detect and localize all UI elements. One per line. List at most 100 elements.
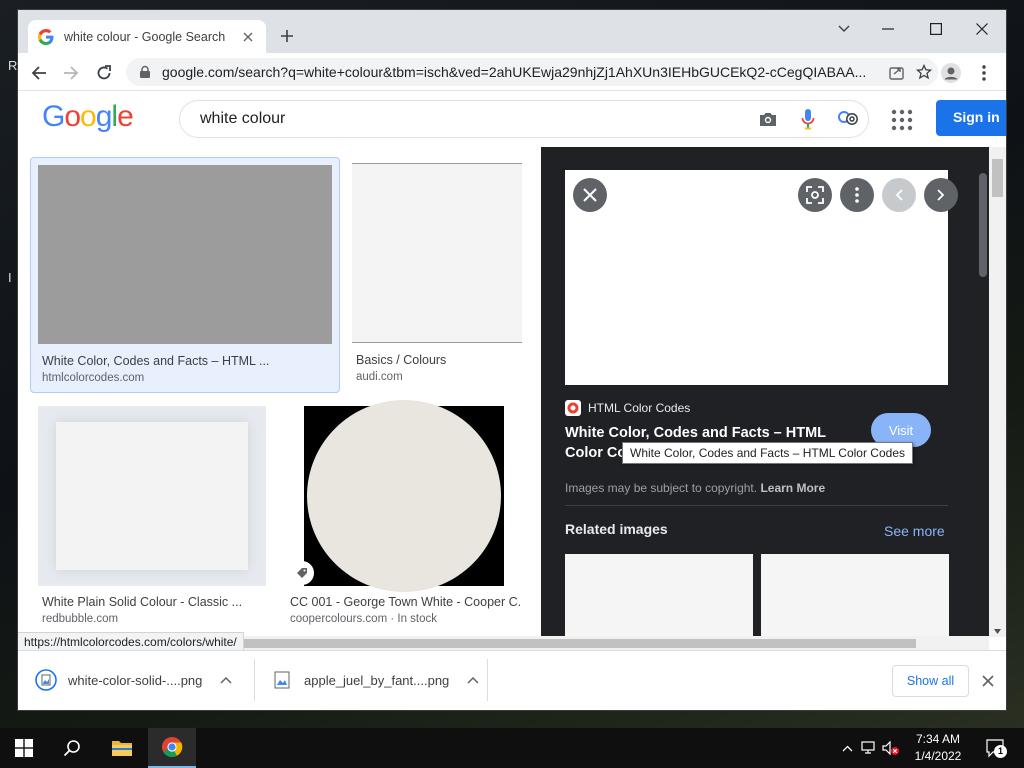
voice-search-button[interactable]: [788, 101, 828, 137]
search-button[interactable]: [828, 101, 868, 137]
reload-button[interactable]: [91, 60, 117, 86]
windows-logo-icon: [15, 739, 33, 757]
scrollbar-thumb[interactable]: [979, 173, 987, 277]
download-file-name: apple_juel_by_fant....png: [304, 672, 450, 688]
show-all-downloads-button[interactable]: Show all: [892, 665, 969, 697]
scrollbar-thumb[interactable]: [240, 639, 916, 648]
search-input[interactable]: white colour: [200, 110, 748, 128]
close-download-bar-button[interactable]: [978, 671, 998, 691]
search-settings-icon: [838, 111, 858, 125]
volume-muted-icon: [882, 741, 899, 755]
google-apps-icon[interactable]: [890, 108, 914, 132]
chevron-up-icon: [842, 745, 852, 751]
maximize-button[interactable]: [922, 18, 950, 40]
image-results-grid: White Color, Codes and Facts – HTML ... …: [18, 147, 541, 636]
taskbar-search-button[interactable]: [48, 728, 96, 768]
search-by-image-button[interactable]: [748, 101, 788, 137]
chrome-taskbar-button[interactable]: [148, 728, 196, 768]
close-window-button[interactable]: [968, 18, 996, 40]
result-source: audi.com: [356, 371, 403, 383]
image-result-card[interactable]: White Plain Solid Colour - Classic ... r…: [38, 406, 270, 632]
minimize-button[interactable]: [874, 18, 902, 40]
reload-icon: [97, 65, 111, 80]
scroll-down-arrow-icon[interactable]: [994, 629, 1001, 634]
bookmark-button[interactable]: [910, 59, 938, 85]
maximize-icon: [930, 23, 942, 35]
image-result-card[interactable]: CC 001 - George Town White - Cooper C...…: [286, 400, 526, 632]
download-item[interactable]: apple_juel_by_fant....png: [270, 659, 479, 701]
file-explorer-button[interactable]: [98, 728, 146, 768]
sign-in-button[interactable]: Sign in: [936, 100, 1006, 136]
desktop-edge-letter: I: [8, 270, 12, 285]
back-button[interactable]: [26, 60, 52, 86]
download-file-name: white-color-solid-....png: [68, 672, 203, 688]
close-preview-button[interactable]: [573, 178, 607, 212]
chevron-up-icon[interactable]: [467, 676, 479, 684]
chevron-up-icon[interactable]: [220, 676, 232, 684]
title-tooltip: White Color, Codes and Facts – HTML Colo…: [622, 442, 913, 464]
page-scrollbar[interactable]: [989, 147, 1006, 637]
related-image[interactable]: [565, 554, 753, 636]
image-result-card[interactable]: Basics / Colours audi.com: [352, 157, 522, 393]
logo-letter: o: [80, 100, 97, 133]
new-tab-button[interactable]: [276, 25, 298, 47]
download-separator: [254, 659, 255, 701]
result-title[interactable]: CC 001 - George Town White - Cooper C...: [290, 595, 522, 609]
system-tray: [836, 728, 902, 768]
previous-image-button[interactable]: [882, 178, 916, 212]
more-options-button[interactable]: [840, 178, 874, 212]
result-thumbnail[interactable]: [352, 163, 522, 343]
download-item[interactable]: white-color-solid-....png: [34, 659, 232, 701]
chrome-menu-button[interactable]: [971, 60, 997, 86]
result-source: htmlcolorcodes.com: [42, 372, 145, 384]
next-image-button[interactable]: [924, 178, 958, 212]
chevron-right-icon: [937, 189, 945, 201]
chevron-down-icon: [838, 25, 850, 32]
result-thumbnail[interactable]: [38, 165, 332, 344]
desktop-edge-letter: R: [8, 58, 18, 73]
search-box[interactable]: white colour: [179, 100, 869, 138]
microphone-icon: [801, 109, 815, 130]
system-clock[interactable]: 7:34 AM 1/4/2022: [908, 731, 968, 765]
google-header: Google white colour Sign in: [18, 91, 1006, 147]
volume-button[interactable]: [880, 728, 902, 768]
lens-icon: [806, 186, 824, 204]
tab-strip: white colour - Google Search: [18, 10, 1006, 53]
chrome-logo-icon: [162, 737, 183, 758]
result-thumbnail[interactable]: [38, 406, 266, 586]
result-title[interactable]: White Color, Codes and Facts – HTML ...: [42, 354, 322, 368]
network-button[interactable]: [858, 728, 880, 768]
related-image[interactable]: [761, 554, 949, 636]
preview-source[interactable]: HTML Color Codes: [565, 400, 690, 416]
tab-search-button[interactable]: [830, 18, 858, 40]
google-lens-button[interactable]: [798, 178, 832, 212]
result-title[interactable]: Basics / Colours: [356, 353, 516, 367]
action-center-button[interactable]: 1: [983, 736, 1007, 760]
learn-more-link[interactable]: Learn More: [760, 481, 825, 495]
divider: [565, 505, 948, 506]
address-bar[interactable]: google.com/search?q=white+colour&tbm=isc…: [126, 58, 938, 86]
google-logo[interactable]: Google: [42, 100, 134, 134]
arrow-right-icon: [64, 66, 79, 80]
copyright-notice: Images may be subject to copyright. Lear…: [565, 481, 825, 495]
preview-scrollbar[interactable]: [977, 147, 989, 636]
address-url: google.com/search?q=white+colour&tbm=isc…: [162, 64, 867, 80]
clock-time: 7:34 AM: [915, 732, 961, 746]
forward-button[interactable]: [58, 60, 84, 86]
logo-letter: o: [64, 100, 81, 133]
copyright-text: Images may be subject to copyright.: [565, 481, 758, 495]
result-source: redbubble.com: [42, 613, 119, 625]
browser-tab[interactable]: white colour - Google Search: [28, 20, 266, 53]
image-result-card[interactable]: White Color, Codes and Facts – HTML ... …: [30, 157, 340, 393]
product-tag-badge[interactable]: [290, 561, 314, 585]
share-button[interactable]: [882, 59, 910, 85]
profile-button[interactable]: [938, 60, 964, 86]
close-tab-icon[interactable]: [240, 29, 256, 45]
show-hidden-icons-button[interactable]: [836, 728, 858, 768]
see-more-link[interactable]: See more: [884, 523, 945, 539]
result-title[interactable]: White Plain Solid Colour - Classic ...: [42, 595, 266, 609]
result-thumbnail[interactable]: [304, 400, 504, 592]
scrollbar-thumb[interactable]: [992, 159, 1003, 197]
start-button[interactable]: [0, 728, 48, 768]
close-icon: [583, 188, 597, 202]
